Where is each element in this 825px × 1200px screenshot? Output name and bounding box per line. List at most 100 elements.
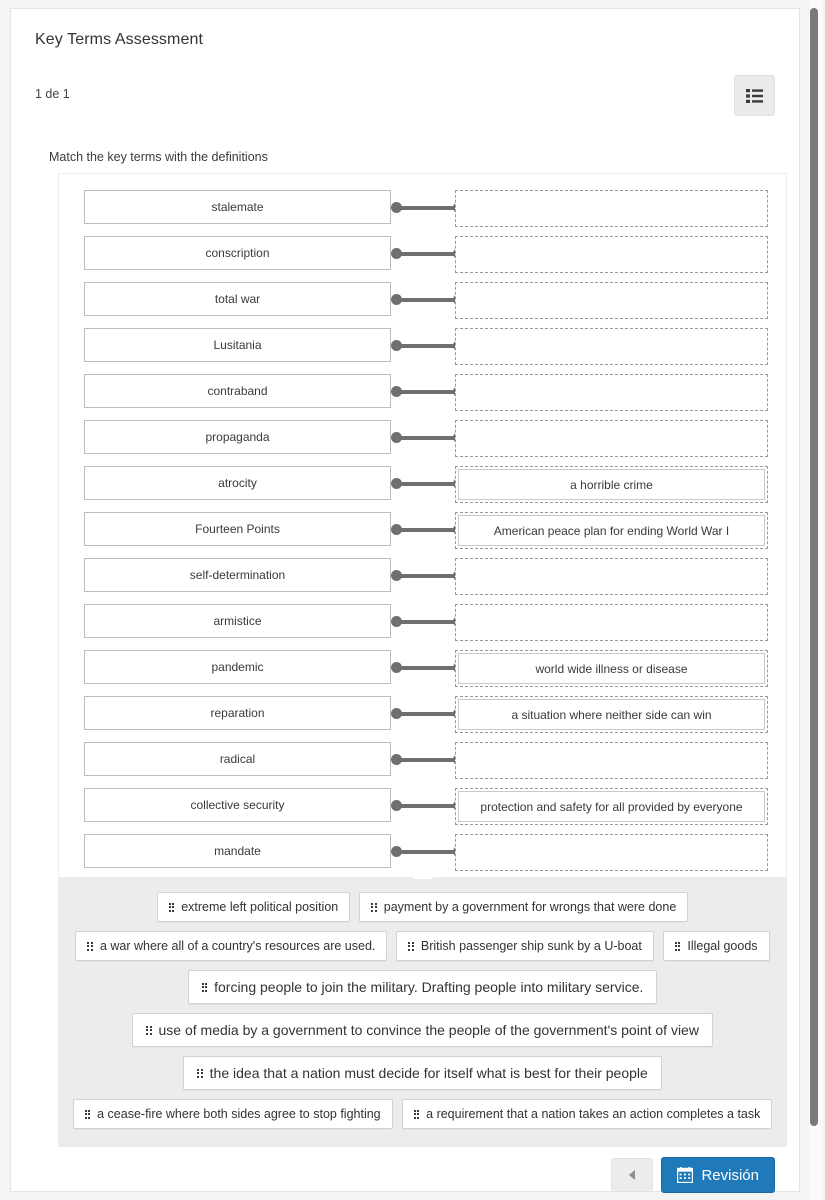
match-connector <box>391 570 464 581</box>
answer-bank-item[interactable]: British passenger ship sunk by a U-boat <box>396 931 654 961</box>
drop-zone-empty[interactable] <box>455 420 768 457</box>
match-row: radical <box>59 742 788 788</box>
term-box[interactable]: Lusitania <box>84 328 391 362</box>
match-row: self-determination <box>59 558 788 604</box>
term-box[interactable]: mandate <box>84 834 391 868</box>
match-row: pandemic world wide illness or disease <box>59 650 788 696</box>
drag-handle-icon[interactable] <box>168 902 175 912</box>
review-button-label: Revisión <box>701 1166 759 1184</box>
connector-bar <box>395 343 460 348</box>
drag-handle-icon[interactable] <box>413 1109 420 1119</box>
drop-zone-filled[interactable]: a horrible crime <box>455 466 768 503</box>
connector-bar <box>395 481 460 486</box>
drag-handle-icon[interactable] <box>201 982 208 992</box>
term-box[interactable]: Fourteen Points <box>84 512 391 546</box>
answer-bank-row: extreme left political position payment b… <box>68 892 777 922</box>
term-box[interactable]: total war <box>84 282 391 316</box>
match-row: collective security protection and safety… <box>59 788 788 834</box>
match-connector <box>391 524 464 535</box>
term-box[interactable]: stalemate <box>84 190 391 224</box>
answer-bank-item-label: a requirement that a nation takes an act… <box>426 1107 761 1121</box>
review-button[interactable]: Revisión <box>661 1157 775 1193</box>
drop-zone-empty[interactable] <box>455 558 768 595</box>
answer-bank-item[interactable]: a requirement that a nation takes an act… <box>401 1099 773 1129</box>
term-box[interactable]: collective security <box>84 788 391 822</box>
drop-zone-filled[interactable]: a situation where neither side can win <box>455 696 768 733</box>
match-row: stalemate <box>59 190 788 236</box>
caret-left-icon <box>629 1170 636 1180</box>
term-box[interactable]: pandemic <box>84 650 391 684</box>
answer-bank-item-label: payment by a government for wrongs that … <box>383 900 677 914</box>
drop-zone-empty[interactable] <box>455 190 768 227</box>
term-box[interactable]: propaganda <box>84 420 391 454</box>
answer-chip[interactable]: American peace plan for ending World War… <box>458 515 765 546</box>
drop-zone-empty[interactable] <box>455 236 768 273</box>
page-scrollbar-track[interactable] <box>809 0 823 1200</box>
term-box[interactable]: reparation <box>84 696 391 730</box>
drag-handle-icon[interactable] <box>84 1109 91 1119</box>
drag-handle-icon[interactable] <box>408 941 414 951</box>
previous-button[interactable] <box>611 1158 654 1192</box>
match-connector <box>391 432 464 443</box>
answer-bank-item[interactable]: a war where all of a country's resources… <box>75 931 388 961</box>
answer-bank-item-label: the idea that a nation must decide for i… <box>209 1065 648 1081</box>
answer-bank-item-label: use of media by a government to convince… <box>158 1022 699 1038</box>
term-box[interactable]: atrocity <box>84 466 391 500</box>
connector-bar <box>395 527 460 532</box>
term-box[interactable]: self-determination <box>84 558 391 592</box>
term-box[interactable]: conscription <box>84 236 391 270</box>
match-row: Fourteen Points American peace plan for e… <box>59 512 788 558</box>
match-connector <box>391 248 464 259</box>
answer-bank-item[interactable]: use of media by a government to convince… <box>132 1013 713 1047</box>
connector-bar <box>395 757 460 762</box>
drop-zone-filled[interactable]: American peace plan for ending World War… <box>455 512 768 549</box>
drop-zone-empty[interactable] <box>455 742 768 779</box>
match-row: reparation a situation where neither side… <box>59 696 788 742</box>
page-title: Key Terms Assessment <box>35 31 203 48</box>
match-row: propaganda <box>59 420 788 466</box>
match-connector <box>391 616 464 627</box>
term-box[interactable]: contraband <box>84 374 391 408</box>
page-scrollbar-thumb[interactable] <box>810 8 818 1126</box>
drop-zone-filled[interactable]: protection and safety for all provided b… <box>455 788 768 825</box>
answer-bank-item-label: forcing people to join the military. Dra… <box>214 979 644 995</box>
drag-handle-icon[interactable] <box>371 902 377 912</box>
question-list-button[interactable] <box>734 75 775 116</box>
answer-bank-row: the idea that a nation must decide for i… <box>68 1056 777 1090</box>
answer-bank-row: use of media by a government to convince… <box>68 1013 777 1047</box>
match-row: conscription <box>59 236 788 282</box>
drop-zone-empty[interactable] <box>455 834 768 871</box>
matching-panel: stalemate conscription total war Lusitania c… <box>58 173 787 878</box>
term-box[interactable]: radical <box>84 742 391 776</box>
match-connector <box>391 294 464 305</box>
drag-handle-icon[interactable] <box>674 941 681 951</box>
answer-chip[interactable]: a horrible crime <box>458 469 765 500</box>
answer-bank-item[interactable]: Illegal goods <box>662 931 770 961</box>
match-connector <box>391 386 464 397</box>
answer-bank-item[interactable]: the idea that a nation must decide for i… <box>183 1056 662 1090</box>
drag-handle-icon[interactable] <box>146 1025 152 1035</box>
drop-zone-filled[interactable]: world wide illness or disease <box>455 650 768 687</box>
answer-bank-item-label: a war where all of a country's resources… <box>99 939 376 953</box>
drop-zone-empty[interactable] <box>455 282 768 319</box>
connector-bar <box>395 205 460 210</box>
answer-chip[interactable]: a situation where neither side can win <box>458 699 765 730</box>
drop-zone-empty[interactable] <box>455 328 768 365</box>
answer-bank-item[interactable]: forcing people to join the military. Dra… <box>187 970 658 1004</box>
drop-zone-empty[interactable] <box>455 374 768 411</box>
answer-chip[interactable]: protection and safety for all provided b… <box>458 791 765 822</box>
answer-bank-item[interactable]: a cease-fire where both sides agree to s… <box>72 1099 393 1129</box>
answer-bank-item[interactable]: extreme left political position <box>156 892 351 922</box>
connector-bar <box>395 573 460 578</box>
answer-chip[interactable]: world wide illness or disease <box>458 653 765 684</box>
answer-bank-item-label: a cease-fire where both sides agree to s… <box>97 1107 381 1121</box>
match-connector <box>391 800 464 811</box>
drag-handle-icon[interactable] <box>87 941 93 951</box>
answer-bank-item[interactable]: payment by a government for wrongs that … <box>359 892 689 922</box>
connector-bar <box>395 251 460 256</box>
question-counter: 1 de 1 <box>35 87 70 101</box>
connector-bar <box>395 435 460 440</box>
term-box[interactable]: armistice <box>84 604 391 638</box>
drop-zone-empty[interactable] <box>455 604 768 641</box>
drag-handle-icon[interactable] <box>197 1068 203 1078</box>
